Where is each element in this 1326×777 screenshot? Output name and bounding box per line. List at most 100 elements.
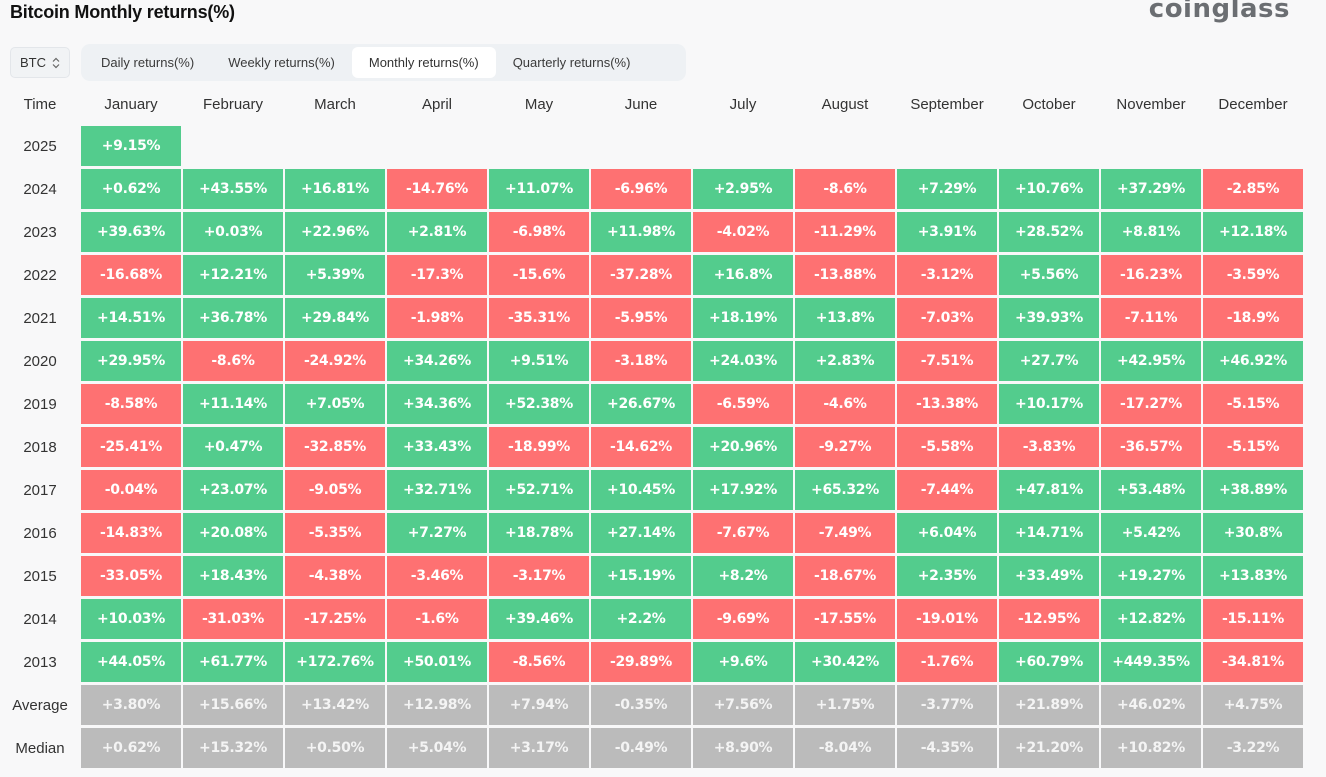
return-cell-september: +6.04%	[897, 513, 997, 553]
return-cell-february: +11.14%	[183, 384, 283, 424]
empty-cell	[183, 126, 283, 166]
return-cell-july: +2.95%	[693, 169, 793, 209]
returns-heatmap: Time January February March April May June Jul…	[0, 84, 1304, 770]
return-cell-april: -1.98%	[387, 298, 487, 338]
summary-label: Average	[12, 697, 68, 714]
return-cell-january: -25.41%	[81, 427, 181, 467]
return-cell-december: -3.59%	[1203, 255, 1303, 295]
return-cell-january: +44.05%	[81, 642, 181, 682]
year-row-2024: 2024 +0.62% +43.55% +16.81% -14.76% +11.07% -6…	[0, 168, 1304, 211]
tab-daily-returns[interactable]: Daily returns(%)	[84, 47, 211, 78]
summary-cell-july: +7.56%	[693, 685, 793, 725]
tab-monthly-returns[interactable]: Monthly returns(%)	[351, 47, 496, 78]
empty-cell	[285, 126, 385, 166]
return-cell-february: +23.07%	[183, 470, 283, 510]
summary-cell-february: +15.66%	[183, 685, 283, 725]
return-cell-august: +2.83%	[795, 341, 895, 381]
summary-cell-march: +13.42%	[285, 685, 385, 725]
return-cell-january: +14.51%	[81, 298, 181, 338]
return-cell-february: +36.78%	[183, 298, 283, 338]
return-cell-june: -6.96%	[591, 169, 691, 209]
return-cell-march: +16.81%	[285, 169, 385, 209]
return-cell-may: +9.51%	[489, 341, 589, 381]
summary-cell-may: +7.94%	[489, 685, 589, 725]
year-label: 2015	[23, 568, 57, 585]
return-cell-june: +26.67%	[591, 384, 691, 424]
return-cell-october: +33.49%	[999, 556, 1099, 596]
return-cell-august: -8.6%	[795, 169, 895, 209]
month-header-april: April	[421, 96, 452, 113]
return-cell-december: -5.15%	[1203, 427, 1303, 467]
return-cell-march: -32.85%	[285, 427, 385, 467]
return-cell-february: +20.08%	[183, 513, 283, 553]
return-cell-may: -18.99%	[489, 427, 589, 467]
return-cell-september: -13.38%	[897, 384, 997, 424]
summary-cell-october: +21.20%	[999, 728, 1099, 768]
returns-period-tabs: Daily returns(%) Weekly returns(%) Month…	[81, 44, 686, 81]
return-cell-december: -34.81%	[1203, 642, 1303, 682]
year-row-2021: 2021 +14.51% +36.78% +29.84% -1.98% -35.31% -5…	[0, 297, 1304, 340]
return-cell-august: -13.88%	[795, 255, 895, 295]
return-cell-august: -17.55%	[795, 599, 895, 639]
return-cell-june: -37.28%	[591, 255, 691, 295]
return-cell-july: +8.2%	[693, 556, 793, 596]
return-cell-march: -17.25%	[285, 599, 385, 639]
return-cell-may: -6.98%	[489, 212, 589, 252]
return-cell-april: +34.36%	[387, 384, 487, 424]
year-row-2023: 2023 +39.63% +0.03% +22.96% +2.81% -6.98% +11.…	[0, 211, 1304, 254]
return-cell-january: -0.04%	[81, 470, 181, 510]
month-header-march: March	[314, 96, 356, 113]
summary-row-average: Average +3.80% +15.66% +13.42% +12.98% +7.94%…	[0, 684, 1304, 727]
return-cell-march: -5.35%	[285, 513, 385, 553]
return-cell-july: -9.69%	[693, 599, 793, 639]
summary-cell-january: +3.80%	[81, 685, 181, 725]
year-row-2017: 2017 -0.04% +23.07% -9.05% +32.71% +52.71% +10…	[0, 469, 1304, 512]
return-cell-september: -7.51%	[897, 341, 997, 381]
return-cell-september: -19.01%	[897, 599, 997, 639]
return-cell-march: -24.92%	[285, 341, 385, 381]
coin-select[interactable]: BTC	[10, 47, 70, 78]
return-cell-november: -36.57%	[1101, 427, 1201, 467]
year-label: 2018	[23, 439, 57, 456]
return-cell-december: -2.85%	[1203, 169, 1303, 209]
return-cell-june: -3.18%	[591, 341, 691, 381]
return-cell-january: +9.15%	[81, 126, 181, 166]
summary-cell-april: +12.98%	[387, 685, 487, 725]
header-row: Time January February March April May June Jul…	[0, 84, 1304, 125]
return-cell-june: +15.19%	[591, 556, 691, 596]
coinglass-logo: coinglass	[1148, 0, 1290, 24]
summary-cell-august: +1.75%	[795, 685, 895, 725]
year-label: 2025	[23, 138, 57, 155]
page-title: Bitcoin Monthly returns(%)	[10, 2, 235, 22]
summary-cell-december: +4.75%	[1203, 685, 1303, 725]
year-row-2025: 2025 +9.15%	[0, 125, 1304, 168]
return-cell-october: -12.95%	[999, 599, 1099, 639]
summary-cell-june: -0.35%	[591, 685, 691, 725]
summary-cell-february: +15.32%	[183, 728, 283, 768]
return-cell-august: -18.67%	[795, 556, 895, 596]
return-cell-november: +12.82%	[1101, 599, 1201, 639]
year-label: 2022	[23, 267, 57, 284]
return-cell-december: +30.8%	[1203, 513, 1303, 553]
return-cell-august: +30.42%	[795, 642, 895, 682]
return-cell-december: +46.92%	[1203, 341, 1303, 381]
year-label: 2014	[23, 611, 57, 628]
return-cell-september: -7.03%	[897, 298, 997, 338]
return-cell-may: +11.07%	[489, 169, 589, 209]
return-cell-february: -8.6%	[183, 341, 283, 381]
return-cell-september: -1.76%	[897, 642, 997, 682]
return-cell-december: +12.18%	[1203, 212, 1303, 252]
return-cell-may: -35.31%	[489, 298, 589, 338]
empty-cell	[489, 126, 589, 166]
return-cell-july: +18.19%	[693, 298, 793, 338]
time-column-header: Time	[23, 96, 57, 113]
return-cell-november: +53.48%	[1101, 470, 1201, 510]
summary-cell-april: +5.04%	[387, 728, 487, 768]
tab-weekly-returns[interactable]: Weekly returns(%)	[211, 47, 352, 78]
return-cell-august: -9.27%	[795, 427, 895, 467]
summary-cell-august: -8.04%	[795, 728, 895, 768]
return-cell-may: -15.6%	[489, 255, 589, 295]
empty-cell	[1203, 126, 1303, 166]
month-header-february: February	[202, 96, 264, 113]
tab-quarterly-returns[interactable]: Quarterly returns(%)	[496, 47, 648, 78]
